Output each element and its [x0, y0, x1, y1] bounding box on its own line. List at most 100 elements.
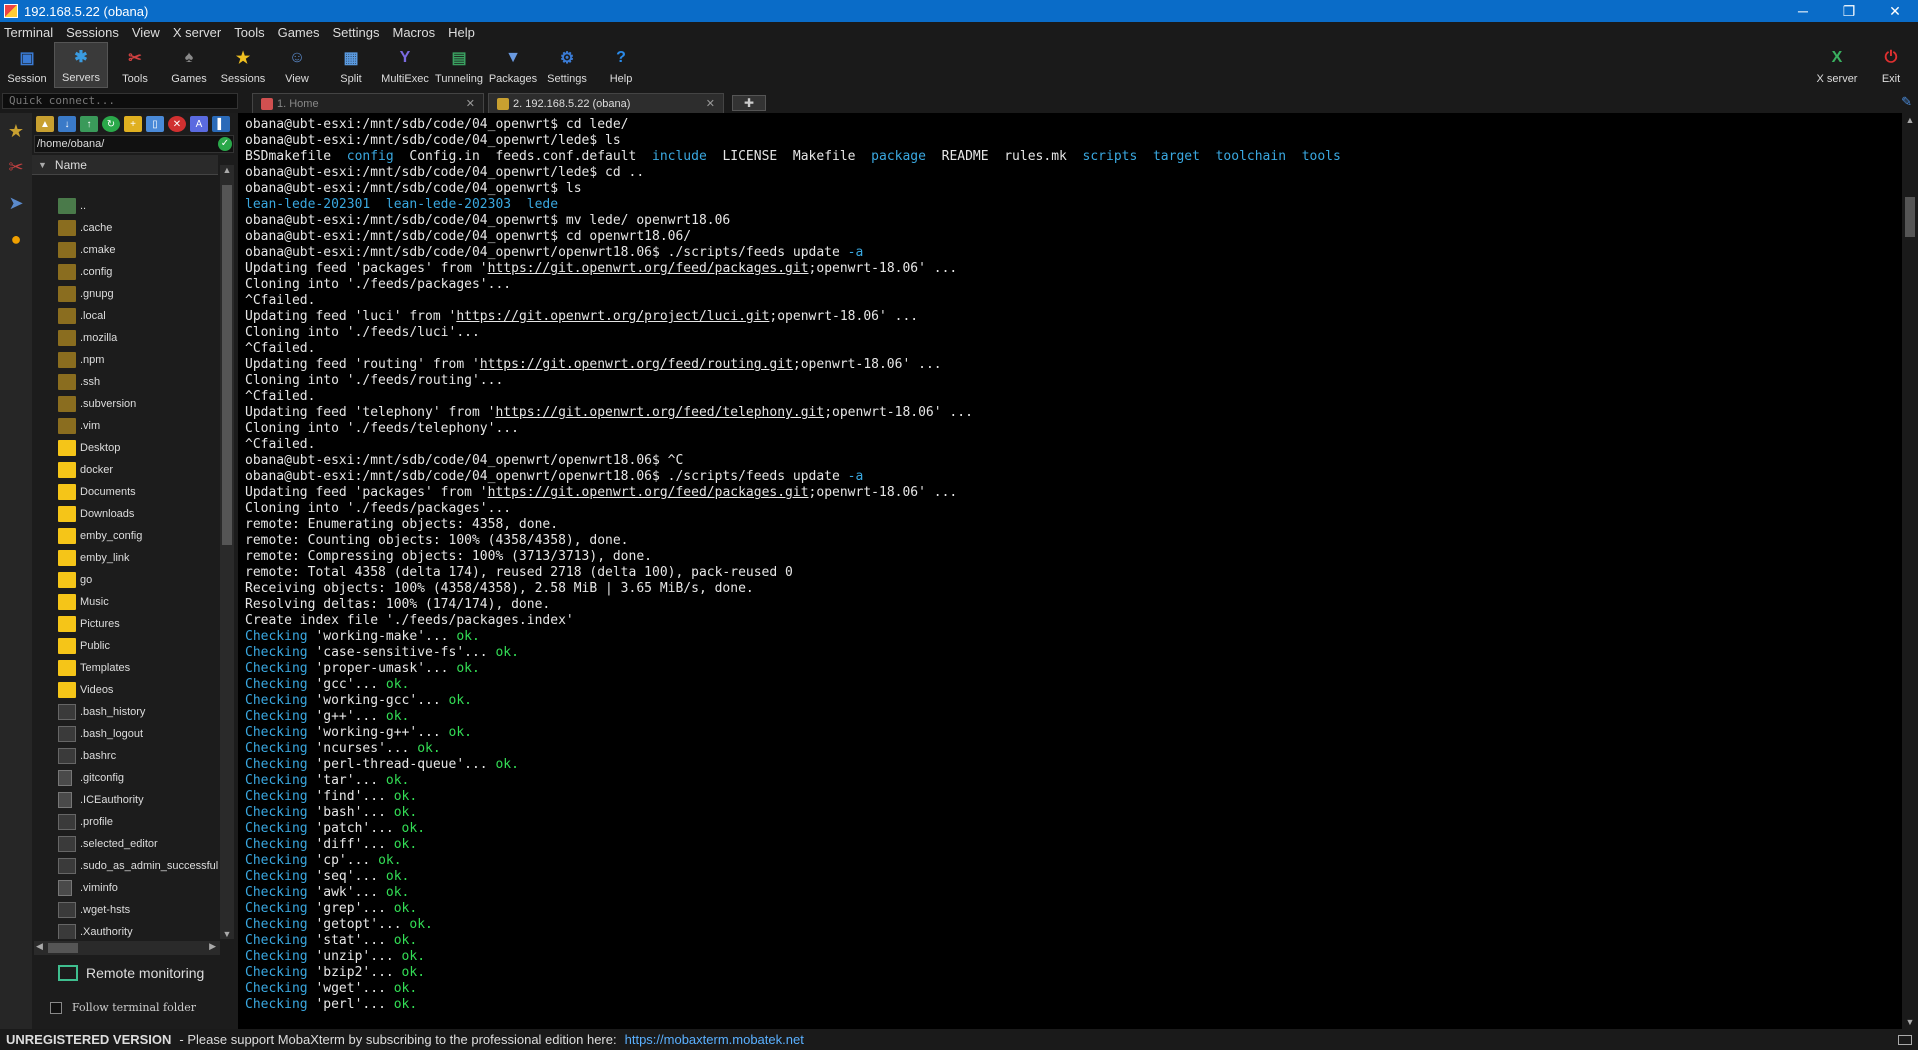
- file-row[interactable]: .bash_logout: [32, 723, 218, 745]
- servers-toolbar-button[interactable]: ✱Servers: [54, 42, 108, 88]
- remote-monitoring-button[interactable]: Remote monitoring: [58, 965, 204, 981]
- new-folder-icon[interactable]: +: [124, 116, 142, 132]
- x-server-toolbar-button[interactable]: XX server: [1810, 42, 1864, 88]
- file-row[interactable]: .cache: [32, 217, 218, 239]
- file-row[interactable]: docker: [32, 459, 218, 481]
- file-row[interactable]: .local: [32, 305, 218, 327]
- terminal-url-link[interactable]: https://git.openwrt.org/feed/telephony.g…: [495, 405, 824, 420]
- games-toolbar-button[interactable]: ♠Games: [162, 42, 216, 88]
- scroll-left-icon[interactable]: ◀: [36, 941, 43, 952]
- new-file-icon[interactable]: ▯: [146, 116, 164, 132]
- file-row[interactable]: .selected_editor: [32, 833, 218, 855]
- paperclip-icon[interactable]: ✎: [1901, 94, 1912, 110]
- terminal-url-link[interactable]: https://git.openwrt.org/feed/routing.git: [480, 357, 793, 372]
- menu-view[interactable]: View: [128, 25, 169, 40]
- file-row[interactable]: .gitconfig: [32, 767, 218, 789]
- terminal-scroll-up-icon[interactable]: ▲: [1902, 115, 1918, 125]
- tunneling-toolbar-button[interactable]: ▤Tunneling: [432, 42, 486, 88]
- file-list-header[interactable]: ▼ Name: [32, 155, 218, 175]
- multiexec-toolbar-button[interactable]: YMultiExec: [378, 42, 432, 88]
- restore-button[interactable]: ❐: [1826, 0, 1872, 22]
- file-row[interactable]: emby_link: [32, 547, 218, 569]
- refresh-icon[interactable]: ↻: [102, 116, 120, 132]
- file-row[interactable]: .viminfo: [32, 877, 218, 899]
- sidebar-vertical-scrollbar[interactable]: ▲ ▼: [220, 165, 234, 939]
- close-button[interactable]: ✕: [1872, 0, 1918, 22]
- scroll-down-icon[interactable]: ▼: [220, 929, 234, 939]
- file-row[interactable]: .ssh: [32, 371, 218, 393]
- tab-ssh-close-icon[interactable]: ✕: [706, 97, 715, 110]
- sidebar-horizontal-scrollbar[interactable]: ◀ ▶: [34, 941, 220, 955]
- menu-macros[interactable]: Macros: [388, 25, 444, 40]
- quick-connect-input[interactable]: Quick connect...: [2, 93, 238, 109]
- file-row[interactable]: Pictures: [32, 613, 218, 635]
- file-row[interactable]: .sudo_as_admin_successful: [32, 855, 218, 877]
- help-toolbar-button[interactable]: ?Help: [594, 42, 648, 88]
- view-toolbar-button[interactable]: ☺View: [270, 42, 324, 88]
- menu-games[interactable]: Games: [274, 25, 329, 40]
- tab-home-close-icon[interactable]: ✕: [466, 97, 475, 110]
- mobaxterm-link[interactable]: https://mobaxterm.mobatek.net: [625, 1032, 804, 1047]
- file-row[interactable]: Videos: [32, 679, 218, 701]
- check-icon[interactable]: ✓: [218, 137, 232, 151]
- file-row[interactable]: Downloads: [32, 503, 218, 525]
- sftp-send-icon[interactable]: ➤: [0, 185, 32, 221]
- menu-settings[interactable]: Settings: [329, 25, 389, 40]
- file-row[interactable]: ..: [32, 195, 218, 217]
- follow-terminal-checkbox[interactable]: [50, 1002, 62, 1014]
- file-row[interactable]: .wget-hsts: [32, 899, 218, 921]
- sidebar-hscroll-thumb[interactable]: [48, 943, 78, 953]
- file-row[interactable]: go: [32, 569, 218, 591]
- terminal-scroll-down-icon[interactable]: ▼: [1902, 1017, 1918, 1027]
- file-row[interactable]: .config: [32, 261, 218, 283]
- sessions-toolbar-button[interactable]: ★Sessions: [216, 42, 270, 88]
- file-row[interactable]: emby_config: [32, 525, 218, 547]
- menu-terminal[interactable]: Terminal: [0, 25, 62, 40]
- rename-icon[interactable]: A: [190, 116, 208, 132]
- delete-icon[interactable]: ✕: [168, 116, 186, 132]
- file-row[interactable]: .Xauthority: [32, 921, 218, 939]
- terminal-url-link[interactable]: https://git.openwrt.org/project/luci.git: [456, 309, 769, 324]
- file-row[interactable]: Music: [32, 591, 218, 613]
- scroll-up-icon[interactable]: ▲: [220, 165, 234, 175]
- file-row[interactable]: .npm: [32, 349, 218, 371]
- terminal-url-link[interactable]: https://git.openwrt.org/feed/packages.gi…: [488, 485, 809, 500]
- file-row[interactable]: .bashrc: [32, 745, 218, 767]
- file-row[interactable]: .profile: [32, 811, 218, 833]
- terminal-scroll-thumb[interactable]: [1905, 197, 1915, 237]
- file-row[interactable]: Public: [32, 635, 218, 657]
- parent-folder-icon[interactable]: ▲: [36, 116, 54, 132]
- file-row[interactable]: Templates: [32, 657, 218, 679]
- terminal-output[interactable]: obana@ubt-esxi:/mnt/sdb/code/04_openwrt$…: [240, 113, 1902, 1029]
- menu-help[interactable]: Help: [444, 25, 484, 40]
- scroll-right-icon[interactable]: ▶: [209, 941, 216, 952]
- tab-ssh-session[interactable]: 2. 192.168.5.22 (obana) ✕: [488, 93, 724, 113]
- file-row[interactable]: .mozilla: [32, 327, 218, 349]
- session-toolbar-button[interactable]: ▣Session: [0, 42, 54, 88]
- favorites-star-icon[interactable]: ★: [0, 113, 32, 149]
- sidebar-path-field[interactable]: /home/obana/ ✓: [34, 135, 234, 153]
- settings-toolbar-button[interactable]: ⚙Settings: [540, 42, 594, 88]
- packages-toolbar-button[interactable]: ▼Packages: [486, 42, 540, 88]
- follow-terminal-folder[interactable]: Follow terminal folder: [50, 1001, 196, 1014]
- terminal-scrollbar[interactable]: ▲ ▼: [1902, 113, 1918, 1029]
- exit-toolbar-button[interactable]: ⏻Exit: [1864, 42, 1918, 88]
- file-row[interactable]: Desktop: [32, 437, 218, 459]
- file-row[interactable]: .ICEauthority: [32, 789, 218, 811]
- terminal-url-link[interactable]: https://git.openwrt.org/feed/packages.gi…: [488, 261, 809, 276]
- file-row[interactable]: .cmake: [32, 239, 218, 261]
- file-row[interactable]: .subversion: [32, 393, 218, 415]
- tab-home[interactable]: 1. Home ✕: [252, 93, 484, 113]
- minimize-button[interactable]: ─: [1780, 0, 1826, 22]
- file-row[interactable]: .bash_history: [32, 701, 218, 723]
- new-tab-button[interactable]: ✚: [732, 95, 766, 111]
- terminal-follow-icon[interactable]: ▌: [212, 116, 230, 132]
- sidebar-scroll-thumb[interactable]: [222, 185, 232, 545]
- menu-x-server[interactable]: X server: [169, 25, 230, 40]
- menu-sessions[interactable]: Sessions: [62, 25, 128, 40]
- download-icon[interactable]: ↓: [58, 116, 76, 132]
- menu-tools[interactable]: Tools: [230, 25, 273, 40]
- tools-side-icon[interactable]: ✂: [0, 149, 32, 185]
- file-row[interactable]: .vim: [32, 415, 218, 437]
- upload-icon[interactable]: ↑: [80, 116, 98, 132]
